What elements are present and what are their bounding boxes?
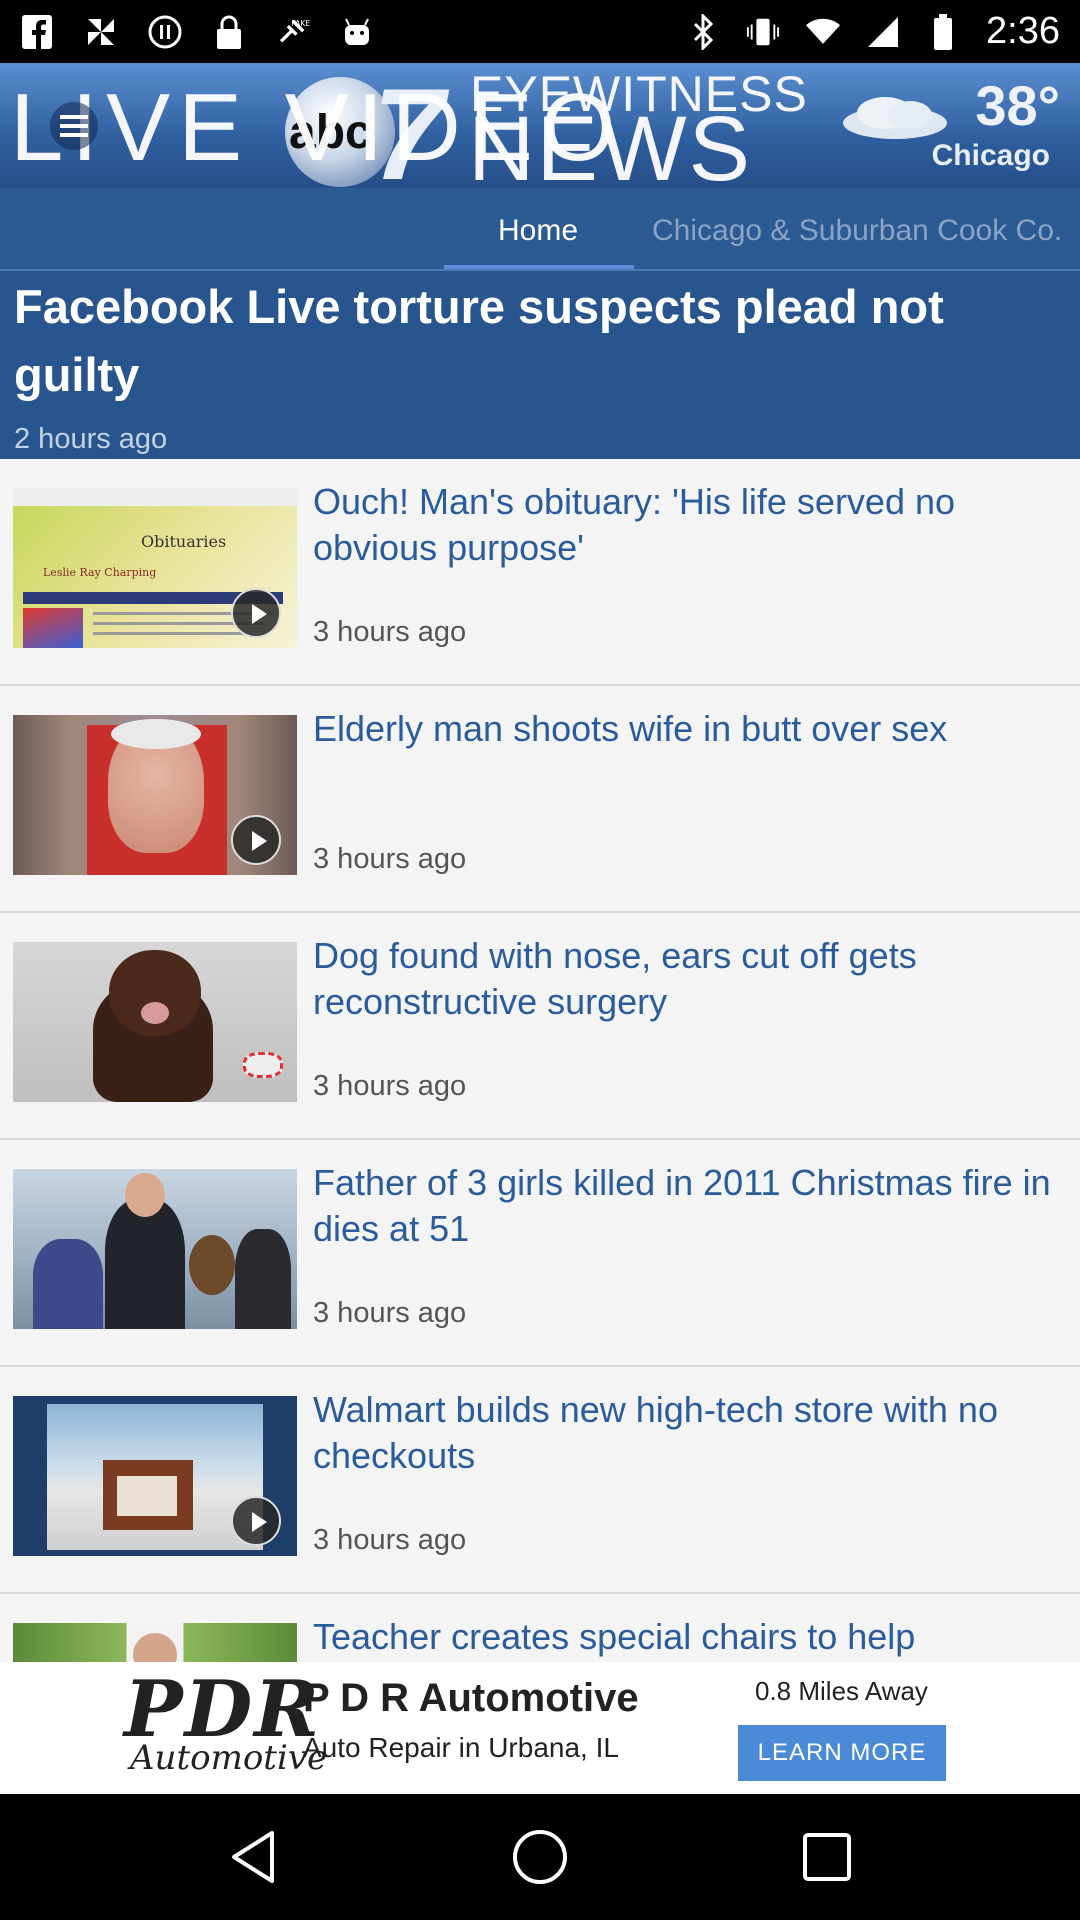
pause-icon bbox=[148, 15, 182, 49]
svg-text:FAKE: FAKE bbox=[291, 19, 310, 28]
pinwheel-icon bbox=[84, 15, 118, 49]
article-time: 3 hours ago bbox=[313, 843, 467, 875]
battery-icon bbox=[926, 13, 960, 50]
article-time: 3 hours ago bbox=[313, 1297, 467, 1329]
status-bar: FAKE 2:36 bbox=[0, 0, 1080, 63]
list-item[interactable]: Dog found with nose, ears cut off gets r… bbox=[0, 913, 1080, 1140]
article-title: Ouch! Man's obituary: 'His life served n… bbox=[313, 481, 956, 568]
article-thumbnail bbox=[13, 715, 297, 875]
recents-icon[interactable] bbox=[792, 1822, 862, 1892]
play-icon bbox=[231, 815, 281, 865]
bluetooth-icon bbox=[686, 13, 720, 50]
play-icon bbox=[231, 588, 281, 638]
article-list: Obituaries Leslie Ray Charping Ouch! Man… bbox=[0, 459, 1080, 1662]
article-time: 3 hours ago bbox=[313, 1524, 467, 1556]
featured-title: Facebook Live torture suspects plead not… bbox=[14, 280, 944, 401]
home-icon[interactable] bbox=[505, 1822, 575, 1892]
play-icon bbox=[231, 1496, 281, 1546]
tab-home[interactable]: Home bbox=[498, 214, 578, 248]
facebook-icon bbox=[20, 14, 54, 49]
featured-time: 2 hours ago bbox=[14, 423, 168, 455]
article-thumbnail: Obituaries Leslie Ray Charping bbox=[13, 488, 297, 648]
article-thumbnail bbox=[13, 942, 297, 1102]
ad-distance: 0.8 Miles Away bbox=[755, 1676, 928, 1706]
app-header: abc 7 EYEWITNESS NEWS LIVE VIDEO 38° Chi… bbox=[0, 63, 1080, 188]
fake-gps-icon: FAKE bbox=[276, 15, 310, 49]
ad-banner[interactable]: PDR Automotive P D R Automotive Auto Rep… bbox=[0, 1662, 1080, 1794]
learn-more-button[interactable]: LEARN MORE bbox=[738, 1725, 946, 1781]
article-thumbnail bbox=[13, 1169, 297, 1329]
article-title: Walmart builds new high-tech store with … bbox=[313, 1389, 998, 1476]
signal-icon bbox=[866, 15, 900, 49]
wifi-icon bbox=[806, 15, 841, 49]
weather-widget[interactable]: 38° Chicago bbox=[843, 73, 1060, 173]
lock-icon bbox=[212, 15, 246, 49]
list-item[interactable]: Elderly man shoots wife in butt over sex… bbox=[0, 686, 1080, 913]
article-time: 3 hours ago bbox=[313, 1070, 467, 1102]
section-tabs: Home Chicago & Suburban Cook Co. bbox=[0, 188, 1080, 271]
article-title: Elderly man shoots wife in butt over sex bbox=[313, 708, 948, 749]
article-time: 3 hours ago bbox=[313, 616, 467, 648]
tab-chicago-suburban[interactable]: Chicago & Suburban Cook Co. bbox=[652, 214, 1062, 248]
article-title: Teacher creates special chairs to help bbox=[313, 1616, 916, 1657]
list-item[interactable]: Walmart builds new high-tech store with … bbox=[0, 1367, 1080, 1594]
back-icon[interactable] bbox=[218, 1822, 288, 1892]
ad-business-name: P D R Automotive bbox=[303, 1676, 639, 1720]
android-icon bbox=[340, 15, 374, 49]
status-right-icons: 2:36 bbox=[686, 10, 1060, 53]
article-title: Father of 3 girls killed in 2011 Christm… bbox=[313, 1162, 1051, 1249]
vibrate-icon bbox=[746, 15, 780, 49]
menu-icon[interactable] bbox=[44, 101, 104, 151]
weather-city: Chicago bbox=[931, 139, 1050, 172]
weather-temperature: 38° bbox=[975, 74, 1060, 137]
featured-story[interactable]: Facebook Live torture suspects plead not… bbox=[0, 271, 1080, 459]
status-left-icons: FAKE bbox=[20, 14, 374, 49]
article-thumbnail bbox=[13, 1396, 297, 1556]
article-title: Dog found with nose, ears cut off gets r… bbox=[313, 935, 917, 1022]
ad-logo: PDR Automotive bbox=[124, 1664, 328, 1778]
article-thumbnail bbox=[13, 1623, 297, 1662]
list-item[interactable]: Obituaries Leslie Ray Charping Ouch! Man… bbox=[0, 459, 1080, 686]
status-time: 2:36 bbox=[986, 10, 1060, 52]
ad-subtitle: Auto Repair in Urbana, IL bbox=[303, 1732, 619, 1763]
list-item[interactable]: Father of 3 girls killed in 2011 Christm… bbox=[0, 1140, 1080, 1367]
list-item[interactable]: Teacher creates special chairs to help bbox=[0, 1594, 1080, 1662]
system-nav-bar bbox=[0, 1794, 1080, 1920]
cloud-icon bbox=[843, 97, 947, 139]
